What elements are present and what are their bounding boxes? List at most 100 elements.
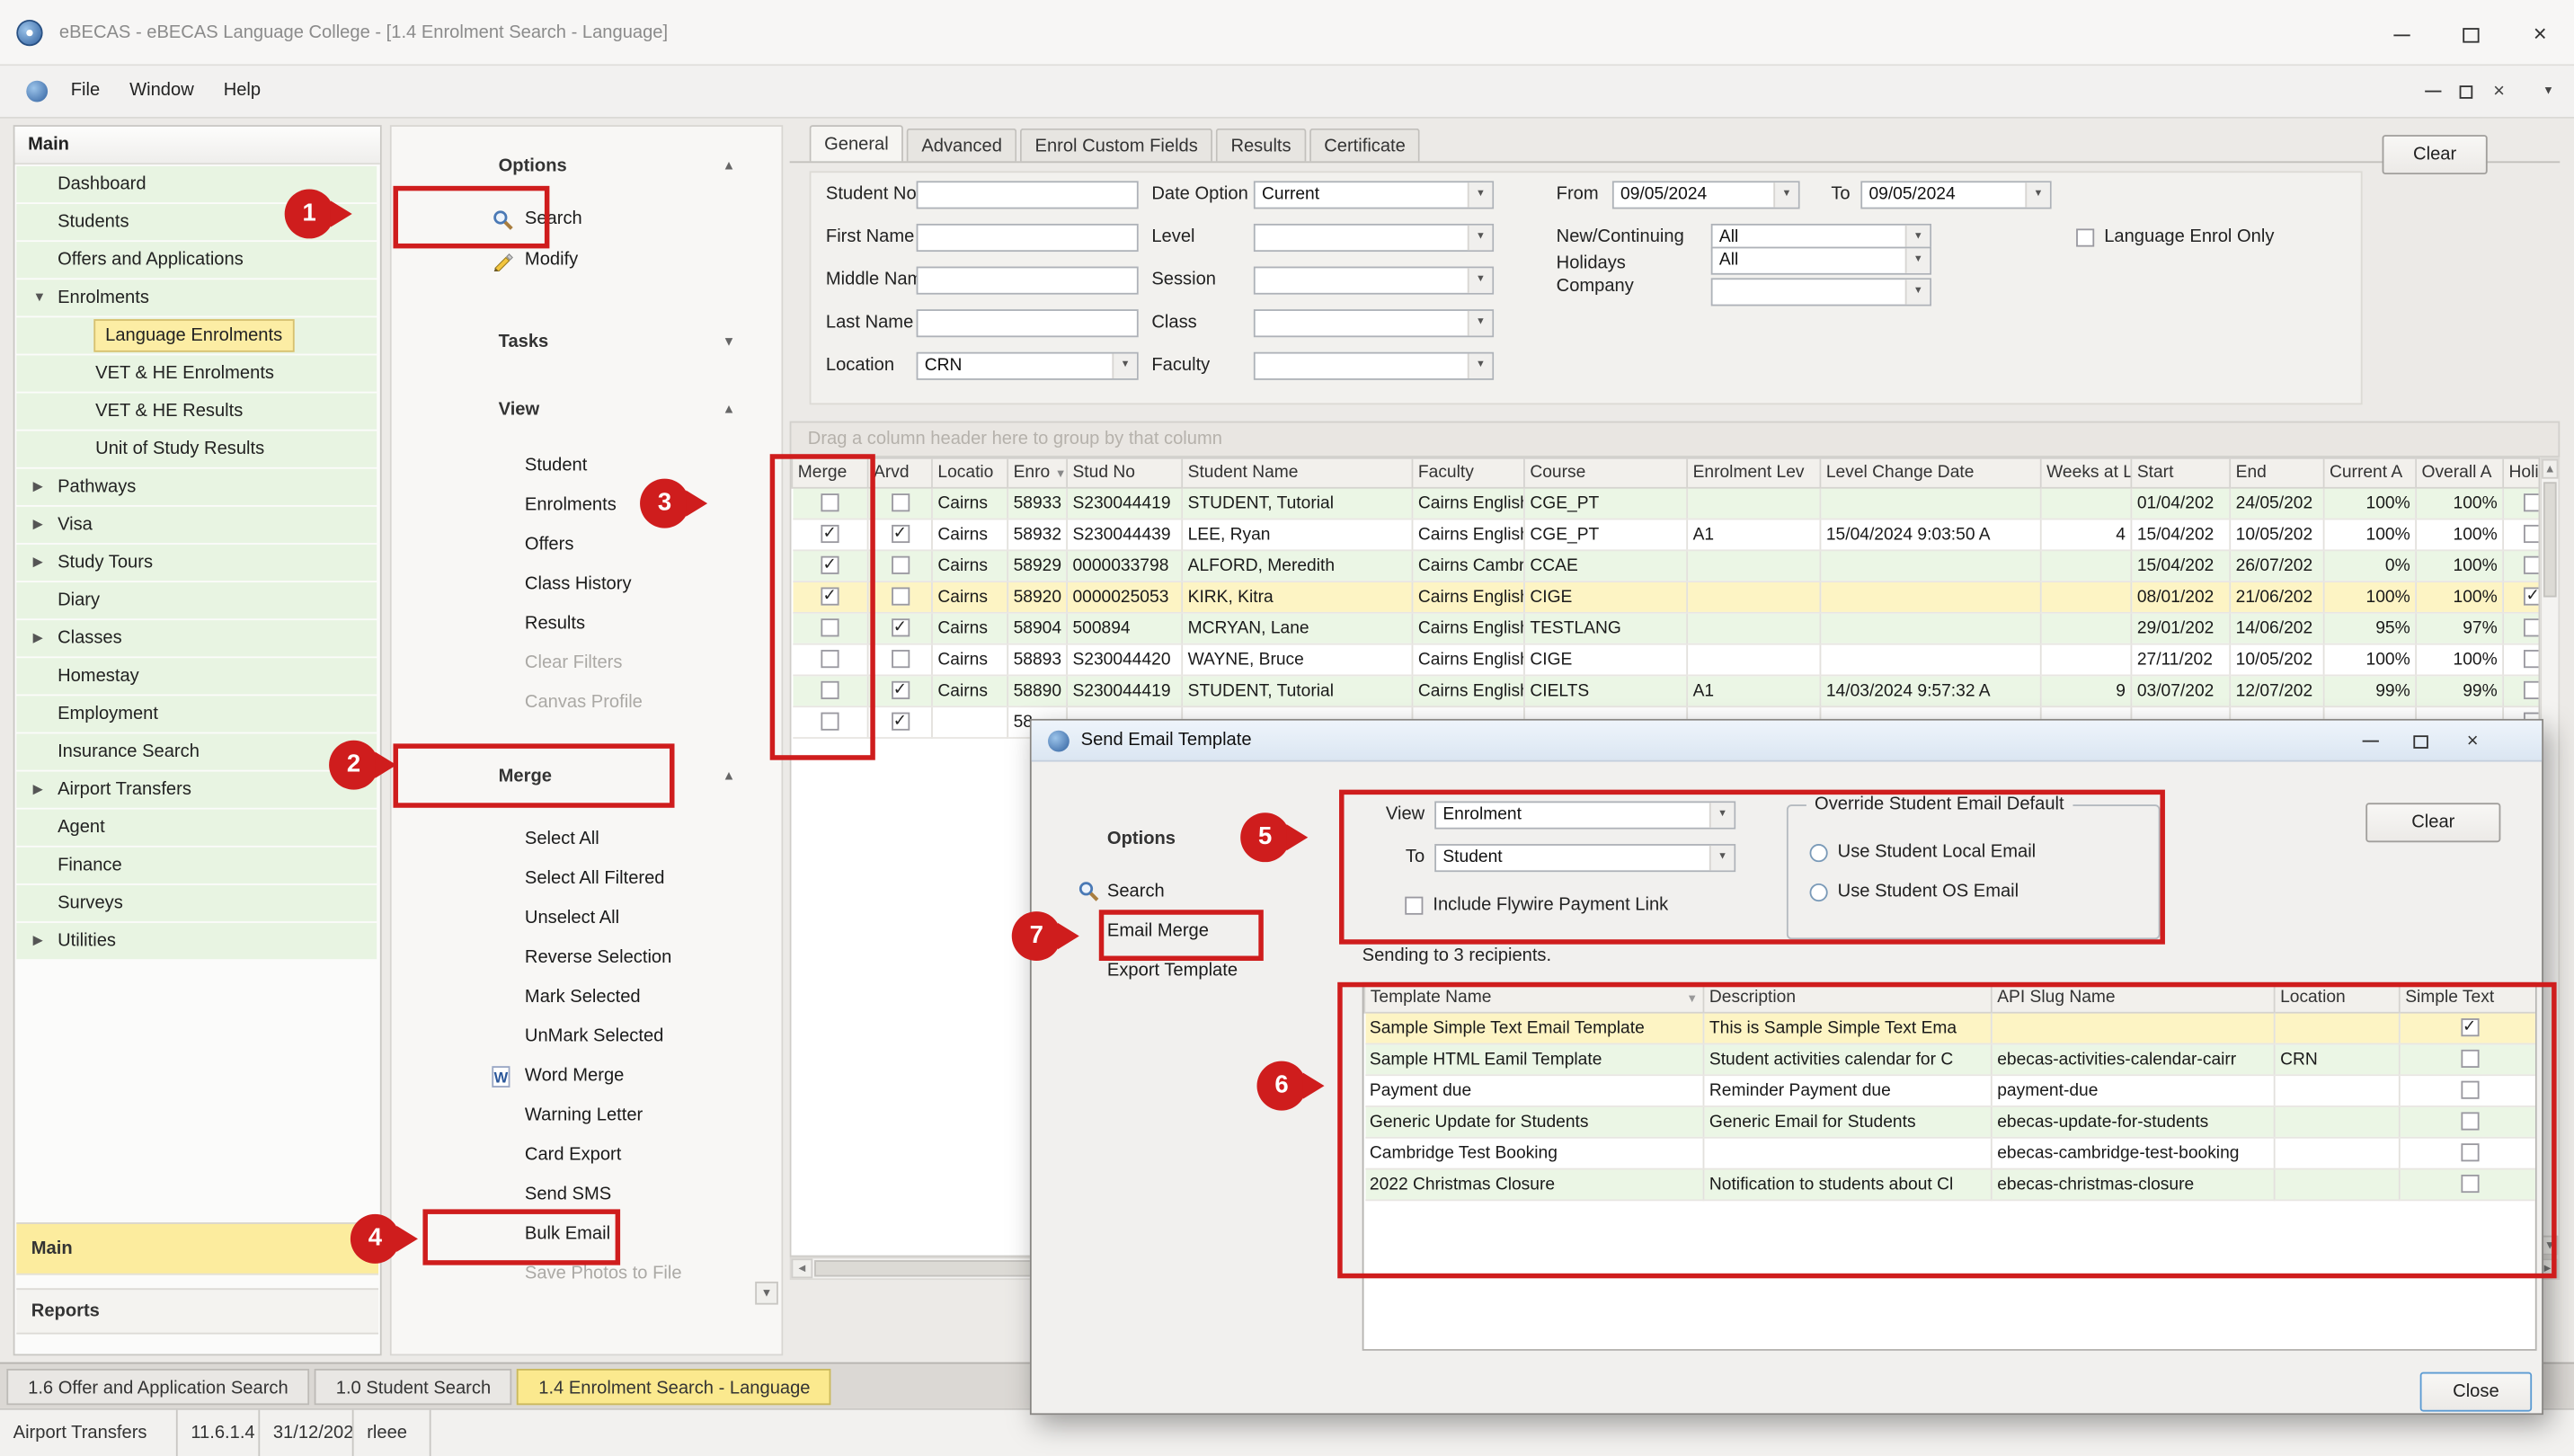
task-item-mark-selected[interactable]: Mark Selected <box>392 979 782 1017</box>
holiday-checkbox[interactable] <box>2524 681 2540 699</box>
task-item-select-all-filtered[interactable]: Select All Filtered <box>392 860 782 898</box>
result-row-58932[interactable]: ✓✓Cairns58932S230044439LEE, RyanCairns E… <box>792 519 2540 550</box>
date_option-dropdown[interactable]: Current▼ <box>1254 181 1494 209</box>
to-date-dropdown[interactable]: 09/05/2024▼ <box>1860 181 2051 209</box>
sidebar-item-vet-he-enrolments[interactable]: VET & HE Enrolments <box>16 355 377 391</box>
chevron-down-icon[interactable]: ▼ <box>1773 182 1797 207</box>
dialog-maximize-button[interactable] <box>2397 721 2443 762</box>
column-header-student-name[interactable]: Student Name <box>1182 459 1412 487</box>
result-row-58929[interactable]: ✓Cairns589290000033798ALFORD, MeredithCa… <box>792 549 2540 581</box>
column-header-stud-no[interactable]: Stud No <box>1067 459 1182 487</box>
sidebar-item-enrolments[interactable]: ▼Enrolments <box>16 280 377 315</box>
collapsed-arrow-icon[interactable]: ▶ <box>33 923 43 959</box>
collapsed-arrow-icon[interactable]: ▶ <box>33 772 43 808</box>
sidebar-item-employment[interactable]: Employment <box>16 696 377 732</box>
sidebar-item-offers-and-applications[interactable]: Offers and Applications <box>16 242 377 278</box>
collapsed-arrow-icon[interactable]: ▶ <box>33 545 43 581</box>
task-item-unmark-selected[interactable]: UnMark Selected <box>392 1018 782 1056</box>
chevron-down-icon[interactable]: ▼ <box>1468 182 1492 207</box>
task-item-class-history[interactable]: Class History <box>392 566 782 604</box>
chevron-down-icon[interactable]: ▼ <box>1468 268 1492 292</box>
holidays-company-dropdown-2[interactable]: ▼ <box>1711 278 1931 306</box>
holiday-checkbox[interactable]: ✓ <box>2524 588 2540 606</box>
column-header-holiday[interactable]: Holiday <box>2503 459 2540 487</box>
window-maximize-button[interactable] <box>2446 0 2496 66</box>
window-close-button[interactable]: × <box>2516 0 2565 66</box>
session-dropdown[interactable]: ▼ <box>1254 267 1494 295</box>
sidebar-item-language-enrolments[interactable]: Language Enrolments <box>16 317 377 353</box>
menu-window[interactable]: Window <box>115 66 209 117</box>
collapse-arrow-icon[interactable]: ▲ <box>723 392 736 428</box>
tab-advanced[interactable]: Advanced <box>907 129 1017 162</box>
nav-button-reports[interactable]: Reports <box>16 1288 378 1334</box>
task-item-reverse-selection[interactable]: Reverse Selection <box>392 939 782 977</box>
mdi-close-button[interactable]: × <box>2484 66 2514 117</box>
sidebar-item-utilities[interactable]: ▶Utilities <box>16 923 377 959</box>
task-item-unselect-all[interactable]: Unselect All <box>392 900 782 937</box>
column-header-arvd[interactable]: Arvd <box>868 459 932 487</box>
chevron-down-icon[interactable]: ▼ <box>2534 66 2563 117</box>
column-header-overall-a[interactable]: Overall A <box>2416 459 2503 487</box>
tab-certificate[interactable]: Certificate <box>1309 129 1421 162</box>
result-row-58893[interactable]: Cairns58893S230044420WAYNE, BruceCairns … <box>792 644 2540 675</box>
last_name-input[interactable] <box>917 309 1139 337</box>
chevron-down-icon[interactable]: ▼ <box>1468 311 1492 335</box>
column-header-weeks-at-lev[interactable]: Weeks at Lev <box>2041 459 2132 487</box>
expanded-arrow-icon[interactable]: ▼ <box>33 280 47 315</box>
task-item-offers[interactable]: Offers <box>392 527 782 564</box>
menu-file[interactable]: File <box>56 66 114 117</box>
dialog-close-button[interactable]: × <box>2450 721 2496 762</box>
task-item-student[interactable]: Student <box>392 448 782 485</box>
nav-button-main[interactable]: Main <box>16 1222 378 1275</box>
result-row-58920[interactable]: ✓Cairns589200000025053KIRK, KitraCairns … <box>792 581 2540 612</box>
holiday-checkbox[interactable] <box>2524 556 2540 574</box>
expand-arrow-icon[interactable]: ▼ <box>723 324 736 360</box>
sidebar-item-vet-he-results[interactable]: VET & HE Results <box>16 393 377 429</box>
student_no-input[interactable] <box>917 181 1139 209</box>
language-enrol-only-checkbox[interactable] <box>2076 228 2094 246</box>
arvd-checkbox[interactable]: ✓ <box>891 681 909 699</box>
sidebar-item-surveys[interactable]: Surveys <box>16 885 377 921</box>
dialog-minimize-button[interactable] <box>2348 721 2393 762</box>
arvd-checkbox[interactable]: ✓ <box>891 619 909 637</box>
task-item-warning-letter[interactable]: Warning Letter <box>392 1097 782 1135</box>
task-item-select-all[interactable]: Select All <box>392 821 782 858</box>
arvd-checkbox[interactable]: ✓ <box>891 713 909 731</box>
faculty-dropdown[interactable]: ▼ <box>1254 352 1494 380</box>
column-header-faculty[interactable]: Faculty <box>1412 459 1523 487</box>
task-item-enrolments[interactable]: Enrolments <box>392 487 782 525</box>
holiday-checkbox[interactable] <box>2524 619 2540 637</box>
clear-filters-button[interactable]: Clear <box>2383 135 2488 174</box>
task-item-word-merge[interactable]: WWord Merge <box>392 1058 782 1096</box>
tab-general[interactable]: General <box>810 125 904 161</box>
bottom-tab-1-4-enrolment-search-language[interactable]: 1.4 Enrolment Search - Language <box>517 1369 831 1405</box>
scrollbar-thumb[interactable] <box>2543 482 2557 597</box>
arvd-checkbox[interactable] <box>891 494 909 512</box>
column-header-locatio[interactable]: Locatio <box>932 459 1007 487</box>
scroll-up-icon[interactable]: ▲ <box>2542 459 2558 479</box>
scroll-left-icon[interactable]: ◄ <box>791 1258 812 1278</box>
holiday-checkbox[interactable] <box>2524 494 2540 512</box>
first_name-input[interactable] <box>917 224 1139 252</box>
section-header-options[interactable]: Options▲ <box>392 148 782 184</box>
column-header-start[interactable]: Start <box>2131 459 2230 487</box>
collapse-arrow-icon[interactable]: ▲ <box>723 148 736 184</box>
tab-results[interactable]: Results <box>1216 129 1306 162</box>
sidebar-item-pathways[interactable]: ▶Pathways <box>16 469 377 505</box>
chevron-down-icon[interactable]: ▼ <box>1468 226 1492 250</box>
sidebar-item-study-tours[interactable]: ▶Study Tours <box>16 545 377 581</box>
holiday-checkbox[interactable] <box>2524 650 2540 668</box>
column-header-course[interactable]: Course <box>1524 459 1687 487</box>
dialog-close-action-button[interactable]: Close <box>2420 1372 2532 1412</box>
mdi-restore-button[interactable] <box>2451 66 2481 117</box>
middle_name-input[interactable] <box>917 267 1139 295</box>
chevron-down-icon[interactable]: ▼ <box>1468 354 1492 378</box>
sidebar-item-unit-of-study-results[interactable]: Unit of Study Results <box>16 431 377 467</box>
sidebar-item-classes[interactable]: ▶Classes <box>16 620 377 656</box>
task-item-card-export[interactable]: Card Export <box>392 1137 782 1175</box>
section-header-tasks[interactable]: Tasks▼ <box>392 324 782 360</box>
task-item-results[interactable]: Results <box>392 606 782 644</box>
result-row-58890[interactable]: ✓Cairns58890S230044419STUDENT, TutorialC… <box>792 675 2540 706</box>
column-header-level-change-date[interactable]: Level Change Date <box>1820 459 2040 487</box>
sidebar-item-insurance-search[interactable]: Insurance Search <box>16 733 377 769</box>
